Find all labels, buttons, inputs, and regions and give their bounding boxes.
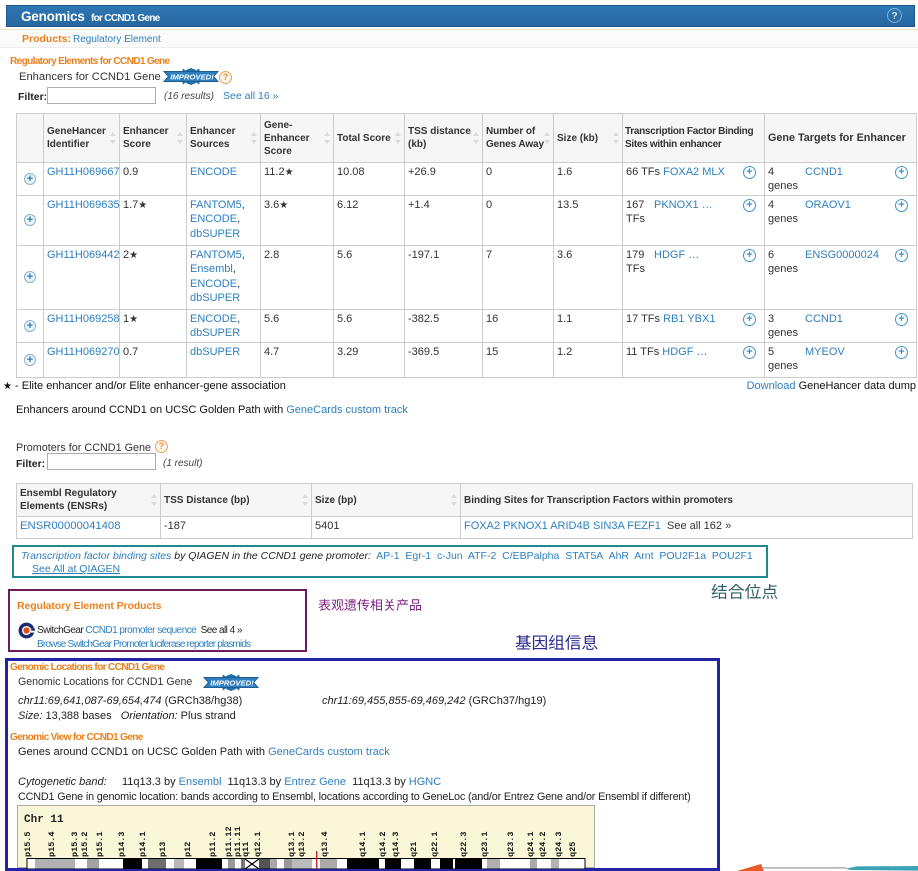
svg-text:q13.4: q13.4 (320, 831, 330, 857)
svg-text:p12: p12 (183, 842, 193, 857)
svg-text:IMPROVED!: IMPROVED! (170, 73, 214, 82)
svg-text:q22.3: q22.3 (459, 831, 469, 857)
svg-text:q24.3: q24.3 (554, 831, 564, 857)
svg-text:p13: p13 (158, 842, 168, 857)
svg-text:q24.2: q24.2 (538, 831, 548, 857)
svg-text:q14.1: q14.1 (358, 831, 368, 857)
svg-text:p15.1: p15.1 (95, 831, 105, 857)
svg-text:q23.3: q23.3 (506, 831, 516, 857)
svg-text:q22.1: q22.1 (430, 831, 440, 857)
svg-text:q11: q11 (241, 842, 251, 857)
svg-text:q12.1: q12.1 (253, 831, 263, 857)
svg-text:p15.5: p15.5 (23, 831, 33, 857)
svg-text:IMPROVED!: IMPROVED! (210, 679, 254, 688)
svg-text:p11.2: p11.2 (208, 831, 218, 857)
svg-text:q23.1: q23.1 (480, 831, 490, 857)
svg-text:q13.2: q13.2 (297, 831, 307, 857)
svg-text:q14.2: q14.2 (378, 831, 388, 857)
svg-text:p14.1: p14.1 (138, 831, 148, 857)
svg-text:q25: q25 (568, 842, 578, 857)
svg-text:q21: q21 (409, 842, 419, 857)
svg-text:q14.3: q14.3 (391, 831, 401, 857)
svg-text:p15.4: p15.4 (47, 831, 57, 857)
svg-text:Chr 11: Chr 11 (24, 814, 64, 826)
svg-text:q24.1: q24.1 (526, 831, 536, 857)
svg-text:p15.2: p15.2 (80, 831, 90, 857)
svg-text:p15.3: p15.3 (70, 831, 80, 857)
svg-text:q13.1: q13.1 (287, 831, 297, 857)
svg-text:p14.3: p14.3 (117, 831, 127, 857)
